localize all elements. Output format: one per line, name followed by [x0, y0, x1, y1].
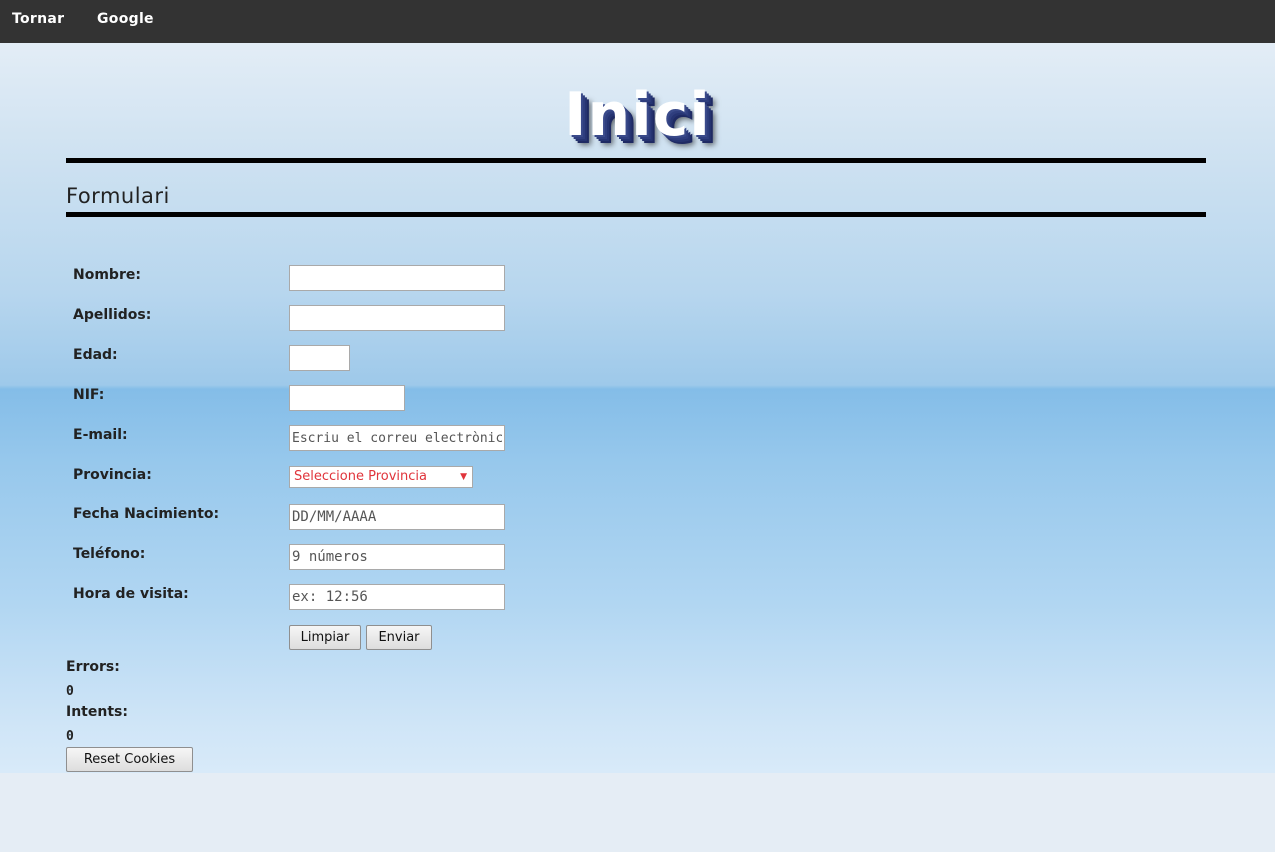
hora-visita-input[interactable]	[289, 584, 505, 610]
provincia-select[interactable]: Seleccione Provincia ▼	[289, 466, 473, 488]
nav-link-tornar[interactable]: Tornar	[12, 11, 64, 27]
nav-link-google[interactable]: Google	[97, 11, 154, 27]
telefono-input[interactable]	[289, 544, 505, 570]
nif-label: NIF:	[73, 387, 105, 403]
fecha-nacimiento-input[interactable]	[289, 504, 505, 530]
section-title: Formulari	[66, 184, 170, 208]
apellidos-input[interactable]	[289, 305, 505, 331]
intents-label: Intents:	[66, 704, 128, 720]
nombre-input[interactable]	[289, 265, 505, 291]
fecha-label: Fecha Nacimiento:	[73, 506, 220, 522]
hora-label: Hora de visita:	[73, 586, 189, 602]
section-divider	[66, 212, 1206, 217]
provincia-label: Provincia:	[73, 467, 152, 483]
email-input[interactable]	[289, 425, 505, 451]
nif-input[interactable]	[289, 385, 405, 411]
caret-down-icon: ▼	[460, 472, 467, 482]
page-title: Inici	[564, 80, 711, 150]
page-background	[0, 43, 1275, 773]
enviar-button[interactable]: Enviar	[366, 625, 432, 650]
email-label: E-mail:	[73, 427, 128, 443]
intents-count: 0	[66, 729, 74, 744]
errors-label: Errors:	[66, 659, 120, 675]
nombre-label: Nombre:	[73, 267, 141, 283]
edad-label: Edad:	[73, 347, 118, 363]
telefono-label: Teléfono:	[73, 546, 146, 562]
errors-count: 0	[66, 684, 74, 699]
limpiar-button[interactable]: Limpiar	[289, 625, 361, 650]
top-nav-bar: Tornar Google	[0, 0, 1275, 43]
edad-input[interactable]	[289, 345, 350, 371]
apellidos-label: Apellidos:	[73, 307, 152, 323]
title-divider	[66, 158, 1206, 163]
reset-cookies-button[interactable]: Reset Cookies	[66, 747, 193, 772]
provincia-selected-value: Seleccione Provincia	[294, 469, 427, 484]
